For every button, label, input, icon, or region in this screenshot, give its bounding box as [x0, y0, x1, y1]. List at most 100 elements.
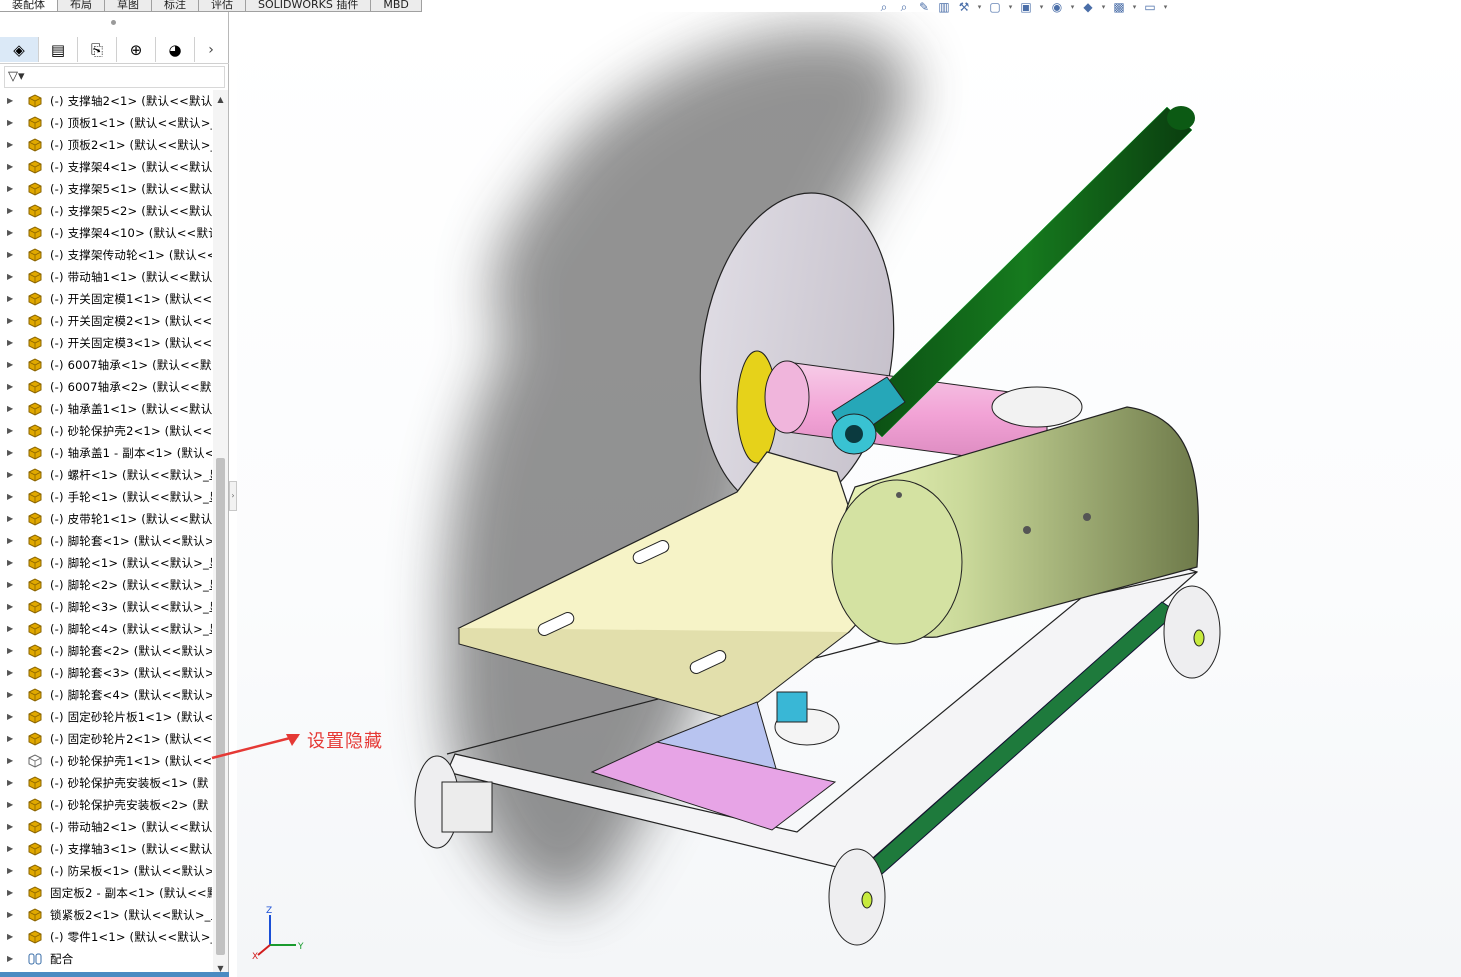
expand-arrow-icon[interactable]: ▶ [7, 442, 15, 464]
tree-item[interactable]: ▶ (-) 轴承盖1 - 副本<1> (默认< [0, 442, 212, 464]
tree-item[interactable]: ▶ (-) 零件1<1> (默认<<默认>_ [0, 926, 212, 948]
tree-item[interactable]: ▶ (-) 支撑轴2<1> (默认<<默认 [0, 90, 212, 112]
tree-item[interactable]: ▶ (-) 带动轴2<1> (默认<<默认 [0, 816, 212, 838]
property-manager-tab[interactable]: ▤ [39, 37, 78, 62]
expand-arrow-icon[interactable]: ▶ [7, 794, 15, 816]
tree-item[interactable]: ▶ (-) 脚轮套<3> (默认<<默认> [0, 662, 212, 684]
tree-item[interactable]: ▶ (-) 顶板1<1> (默认<<默认>_ [0, 112, 212, 134]
display-manager-tab[interactable]: ◕ [156, 37, 195, 62]
command-tab[interactable]: MBD [371, 0, 422, 12]
tree-item[interactable]: ▶ (-) 支撑轴3<1> (默认<<默认 [0, 838, 212, 860]
tree-item[interactable]: ▶ (-) 脚轮<2> (默认<<默认>_显 [0, 574, 212, 596]
expand-arrow-icon[interactable]: ▶ [7, 838, 15, 860]
expand-arrow-icon[interactable]: ▶ [7, 464, 15, 486]
expand-arrow-icon[interactable]: ▶ [7, 926, 15, 948]
tree-item[interactable]: ▶ (-) 砂轮保护壳安装板<1> (默 [0, 772, 212, 794]
expand-arrow-icon[interactable]: ▶ [7, 728, 15, 750]
tree-item[interactable]: ▶ (-) 脚轮<3> (默认<<默认>_显 [0, 596, 212, 618]
expand-arrow-icon[interactable]: ▶ [7, 90, 15, 112]
tree-item[interactable]: ▶ (-) 皮带轮1<1> (默认<<默认 [0, 508, 212, 530]
tree-item[interactable]: ▶ (-) 砂轮保护壳2<1> (默认<< [0, 420, 212, 442]
expand-arrow-icon[interactable]: ▶ [7, 596, 15, 618]
command-tab[interactable]: 评估 [199, 0, 246, 12]
expand-arrow-icon[interactable]: ▶ [7, 860, 15, 882]
expand-arrow-icon[interactable]: ▶ [7, 420, 15, 442]
command-tab[interactable]: SOLIDWORKS 插件 [246, 0, 372, 12]
tree-item[interactable]: ▶ (-) 支撑架4<10> (默认<<默认 [0, 222, 212, 244]
expand-arrow-icon[interactable]: ▶ [7, 398, 15, 420]
panel-grip[interactable] [111, 20, 116, 25]
expand-arrow-icon[interactable]: ▶ [7, 662, 15, 684]
command-tab[interactable]: 装配体 [0, 0, 58, 12]
tree-item[interactable]: ▶ (-) 脚轮<1> (默认<<默认>_显 [0, 552, 212, 574]
tree-item[interactable]: ▶ (-) 开关固定模2<1> (默认<< [0, 310, 212, 332]
assembly-model[interactable] [237, 12, 1461, 977]
expand-arrow-icon[interactable]: ▶ [7, 288, 15, 310]
expand-arrow-icon[interactable]: ▶ [7, 574, 15, 596]
tree-item[interactable]: ▶ (-) 固定砂轮片2<1> (默认<< [0, 728, 212, 750]
tree-item[interactable]: ▶ (-) 防呆板<1> (默认<<默认> [0, 860, 212, 882]
tree-item[interactable]: ▶ (-) 开关固定模1<1> (默认<< [0, 288, 212, 310]
tree-item[interactable]: ▶ 固定板2 - 副本<1> (默认<<默 [0, 882, 212, 904]
tree-item[interactable]: ▶ 锁紧板2<1> (默认<<默认>_显 [0, 904, 212, 926]
tree-item[interactable]: ▶ (-) 带动轴1<1> (默认<<默认 [0, 266, 212, 288]
tree-item[interactable]: ▶ (-) 固定砂轮片板1<1> (默认< [0, 706, 212, 728]
expand-arrow-icon[interactable]: ▶ [7, 948, 15, 970]
expand-arrow-icon[interactable]: ▶ [7, 706, 15, 728]
tree-item[interactable]: ▶ (-) 砂轮保护壳安装板<2> (默 [0, 794, 212, 816]
more-tabs-icon[interactable]: › [195, 37, 227, 62]
expand-arrow-icon[interactable]: ▶ [7, 684, 15, 706]
tree-item[interactable]: ▶ (-) 支撑架5<2> (默认<<默认 [0, 200, 212, 222]
expand-arrow-icon[interactable]: ▶ [7, 222, 15, 244]
tree-item[interactable]: ▶ (-) 轴承盖1<1> (默认<<默认 [0, 398, 212, 420]
expand-arrow-icon[interactable]: ▶ [7, 486, 15, 508]
scroll-up-icon[interactable]: ▲ [215, 94, 226, 106]
tree-item[interactable]: ▶ (-) 脚轮套<2> (默认<<默认> [0, 640, 212, 662]
tree-item[interactable]: ▶ (-) 6007轴承<2> (默认<<默认 [0, 376, 212, 398]
filter-field[interactable]: ▽▾ [4, 66, 225, 88]
expand-arrow-icon[interactable]: ▶ [7, 552, 15, 574]
expand-arrow-icon[interactable]: ▶ [7, 354, 15, 376]
expand-arrow-icon[interactable]: ▶ [7, 244, 15, 266]
panel-collapse-handle[interactable]: › [229, 481, 237, 511]
tree-item[interactable]: ▶ (-) 脚轮套<1> (默认<<默认> [0, 530, 212, 552]
expand-arrow-icon[interactable]: ▶ [7, 332, 15, 354]
tree-item[interactable]: ▶ (-) 开关固定模3<1> (默认<< [0, 332, 212, 354]
expand-arrow-icon[interactable]: ▶ [7, 772, 15, 794]
expand-arrow-icon[interactable]: ▶ [7, 156, 15, 178]
tree-item[interactable]: ▶ (-) 手轮<1> (默认<<默认>_显 [0, 486, 212, 508]
tree-item[interactable]: ▶ (-) 支撑架4<1> (默认<<默认 [0, 156, 212, 178]
scroll-thumb[interactable] [216, 458, 225, 955]
tree-item-mates[interactable]: ▶ 配合 [0, 948, 212, 970]
expand-arrow-icon[interactable]: ▶ [7, 530, 15, 552]
tree-item[interactable]: ▶ (-) 脚轮套<4> (默认<<默认> [0, 684, 212, 706]
tree-item[interactable]: ▶ (-) 螺杆<1> (默认<<默认>_显 [0, 464, 212, 486]
tree-item[interactable]: ▶ (-) 支撑架5<1> (默认<<默认 [0, 178, 212, 200]
expand-arrow-icon[interactable]: ▶ [7, 376, 15, 398]
tree-item[interactable]: ▶ (-) 砂轮保护壳1<1> (默认<< [0, 750, 212, 772]
expand-arrow-icon[interactable]: ▶ [7, 112, 15, 134]
expand-arrow-icon[interactable]: ▶ [7, 508, 15, 530]
expand-arrow-icon[interactable]: ▶ [7, 200, 15, 222]
expand-arrow-icon[interactable]: ▶ [7, 266, 15, 288]
tree-scrollbar[interactable]: ▲ ▼ [213, 90, 228, 977]
expand-arrow-icon[interactable]: ▶ [7, 134, 15, 156]
expand-arrow-icon[interactable]: ▶ [7, 816, 15, 838]
feature-manager-tab[interactable]: ◈ [0, 37, 39, 62]
command-tab[interactable]: 标注 [152, 0, 199, 12]
dimxpert-tab[interactable]: ⊕ [117, 37, 156, 62]
tree-item[interactable]: ▶ (-) 支撑架传动轮<1> (默认<< [0, 244, 212, 266]
expand-arrow-icon[interactable]: ▶ [7, 904, 15, 926]
expand-arrow-icon[interactable]: ▶ [7, 882, 15, 904]
command-tab[interactable]: 布局 [58, 0, 105, 12]
tree-item[interactable]: ▶ (-) 顶板2<1> (默认<<默认>_ [0, 134, 212, 156]
command-tab[interactable]: 草图 [105, 0, 152, 12]
expand-arrow-icon[interactable]: ▶ [7, 618, 15, 640]
expand-arrow-icon[interactable]: ▶ [7, 178, 15, 200]
expand-arrow-icon[interactable]: ▶ [7, 640, 15, 662]
expand-arrow-icon[interactable]: ▶ [7, 310, 15, 332]
configuration-manager-tab[interactable]: ⎘ [78, 37, 117, 62]
tree-item[interactable]: ▶ (-) 6007轴承<1> (默认<<默认 [0, 354, 212, 376]
tree-item[interactable]: ▶ (-) 脚轮<4> (默认<<默认>_显 [0, 618, 212, 640]
expand-arrow-icon[interactable]: ▶ [7, 750, 15, 772]
